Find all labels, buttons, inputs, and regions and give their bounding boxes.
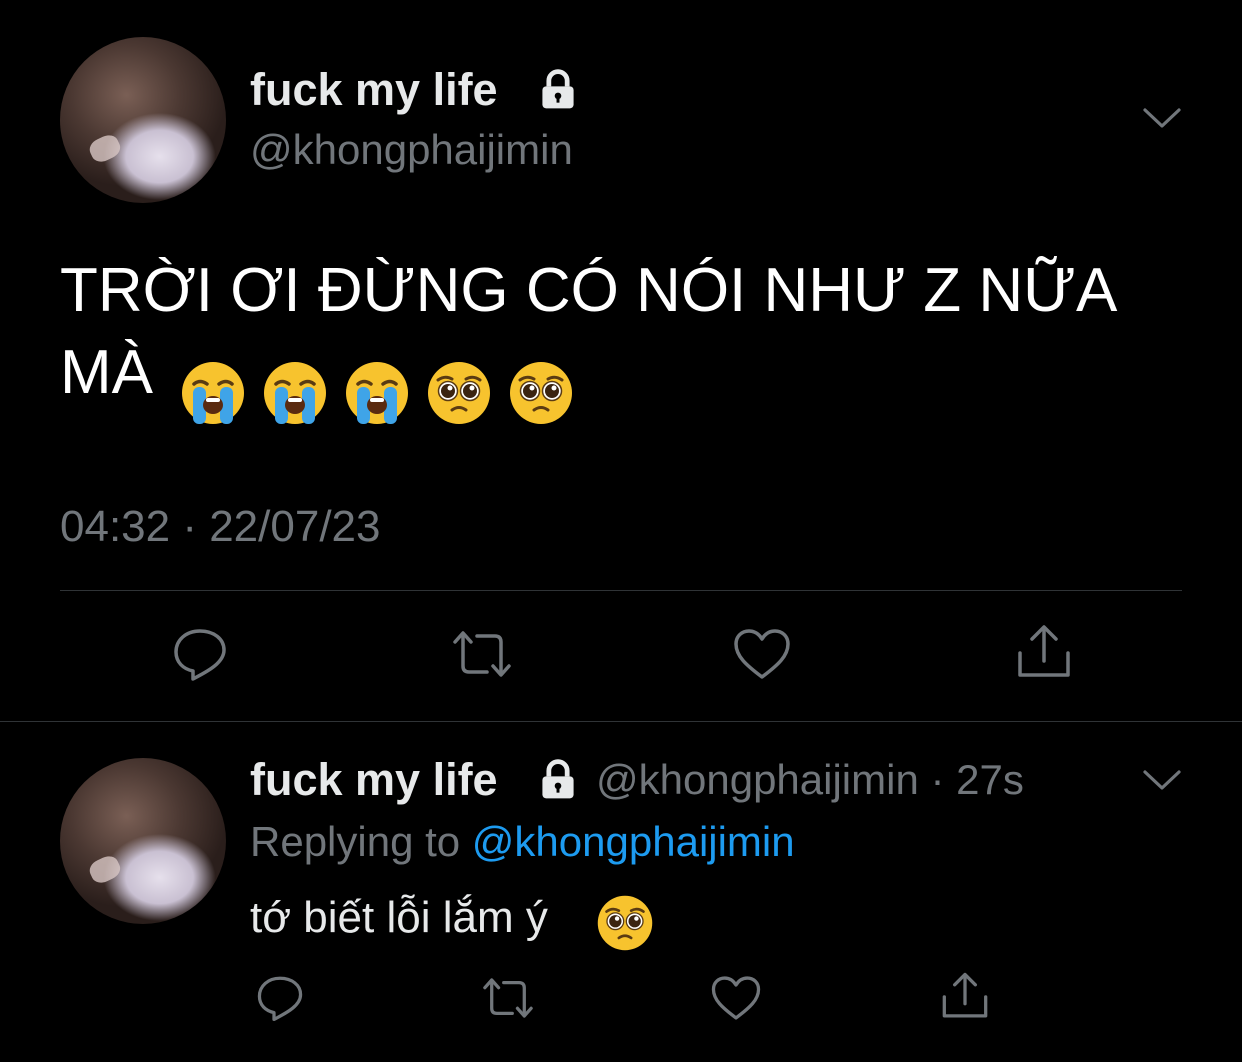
tweet-text-line1: TRỜI ƠI ĐỪNG CÓ NÓI NHƯ Z NỮA: [60, 256, 1118, 325]
lock-icon: [536, 758, 580, 807]
heart-icon: [732, 627, 792, 686]
pleading-face-icon: [508, 360, 574, 431]
display-name[interactable]: fuck my life: [250, 62, 498, 118]
reply-button[interactable]: [252, 972, 308, 1028]
display-name[interactable]: fuck my life: [250, 752, 498, 808]
replying-to: Replying to @khongphaijimin: [250, 814, 795, 870]
share-button[interactable]: [1010, 622, 1078, 686]
tweet-timestamp[interactable]: 04:32 · 22/07/23: [60, 500, 380, 554]
retweet-button[interactable]: [446, 624, 518, 688]
emoji-row: [180, 360, 574, 431]
mention-link[interactable]: @khongphaijimin: [472, 818, 795, 865]
pleading-face-icon: [426, 360, 492, 431]
chevron-down-icon[interactable]: [1142, 104, 1182, 137]
divider: [60, 590, 1182, 591]
lock-icon: [536, 68, 580, 117]
like-button[interactable]: [730, 624, 794, 688]
pleading-face-icon: [596, 894, 654, 957]
reply-button[interactable]: [168, 624, 232, 688]
user-handle-time[interactable]: @khongphaijimin · 27s: [596, 752, 1024, 808]
retweet-button[interactable]: [476, 972, 540, 1028]
reply-icon: [255, 974, 305, 1027]
chevron-down-icon[interactable]: [1142, 766, 1182, 799]
divider: [0, 721, 1242, 722]
heart-icon: [710, 974, 762, 1027]
retweet-icon: [478, 975, 538, 1026]
loudly-crying-face-icon: [180, 360, 246, 431]
loudly-crying-face-icon: [262, 360, 328, 431]
retweet-icon: [447, 628, 517, 685]
avatar[interactable]: [60, 758, 226, 924]
loudly-crying-face-icon: [344, 360, 410, 431]
share-button[interactable]: [936, 970, 994, 1026]
reply-text: tớ biết lỗi lắm ý: [250, 893, 548, 942]
like-button[interactable]: [708, 972, 764, 1028]
user-handle[interactable]: @khongphaijimin: [250, 122, 573, 178]
reply-icon: [171, 626, 229, 687]
replying-prefix: Replying to: [250, 818, 472, 865]
avatar[interactable]: [60, 37, 226, 203]
share-icon: [1014, 623, 1074, 686]
share-icon: [939, 971, 991, 1026]
